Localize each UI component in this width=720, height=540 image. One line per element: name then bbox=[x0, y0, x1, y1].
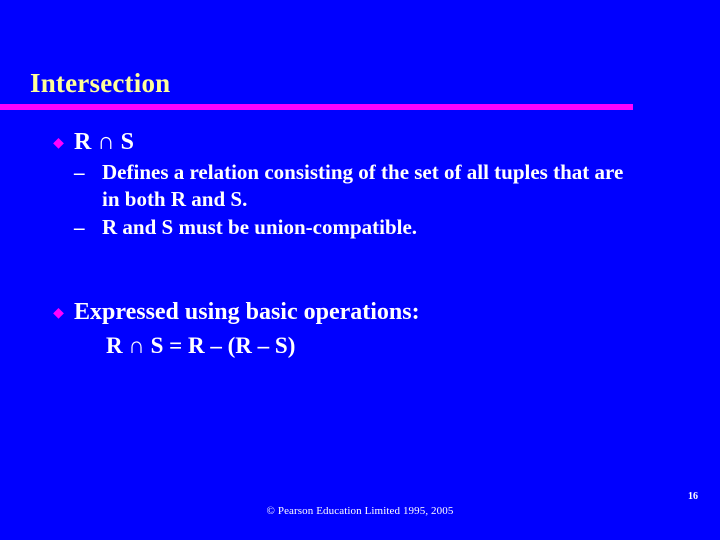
slide-body: ◆ R ∩ S – Defines a relation consisting … bbox=[0, 128, 720, 361]
bullet-item-secondary: – R and S must be union-compatible. bbox=[0, 214, 720, 241]
slide: Intersection ◆ R ∩ S – Defines a relatio… bbox=[0, 0, 720, 540]
title-divider-rule bbox=[0, 104, 633, 110]
bullet-item-primary: ◆ R ∩ S bbox=[0, 128, 720, 157]
bullet-item-primary: ◆ Expressed using basic operations: bbox=[0, 298, 720, 327]
diamond-bullet-icon: ◆ bbox=[53, 136, 64, 151]
formula-expression: R ∩ S = R – (R – S) bbox=[106, 333, 296, 359]
page-title: Intersection bbox=[30, 68, 171, 98]
dash-bullet-icon: – bbox=[74, 215, 85, 240]
dash-bullet-icon: – bbox=[74, 160, 85, 185]
bullet-text-primary: R ∩ S bbox=[74, 129, 134, 155]
slide-number: 16 bbox=[688, 491, 698, 502]
bullet-text-primary: Expressed using basic operations: bbox=[74, 298, 420, 325]
diamond-bullet-icon: ◆ bbox=[53, 305, 64, 321]
bullet-text-secondary: Defines a relation consisting of the set… bbox=[102, 160, 624, 212]
bullet-item-secondary: – Defines a relation consisting of the s… bbox=[0, 159, 720, 213]
footer-copyright: © Pearson Education Limited 1995, 2005 bbox=[266, 505, 454, 517]
bullet-text-secondary: R and S must be union-compatible. bbox=[102, 215, 418, 240]
